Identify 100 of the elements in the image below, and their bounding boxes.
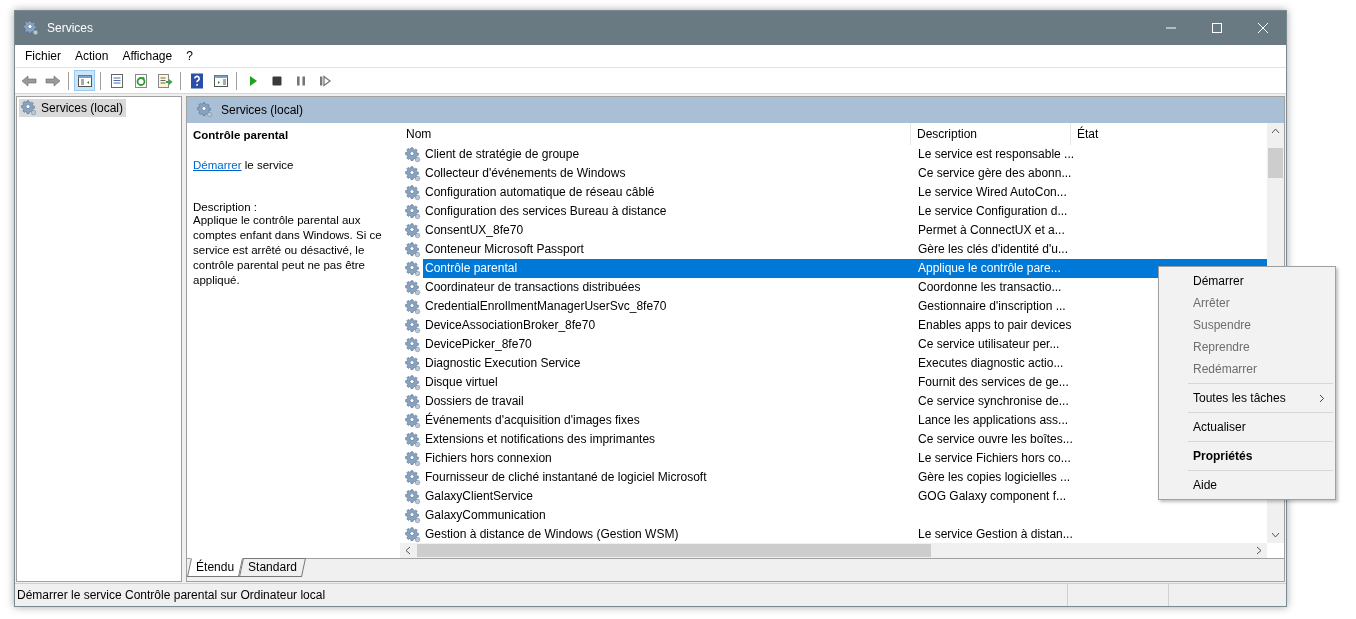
service-description: Gère les copies logicielles ... xyxy=(917,469,1070,486)
context-menu-item[interactable]: Aide xyxy=(1159,474,1335,496)
start-link[interactable]: Démarrer xyxy=(193,159,242,171)
window-title: Services xyxy=(47,21,94,35)
context-menu-item[interactable]: Toutes les tâches xyxy=(1159,387,1335,409)
view-tab[interactable]: Étendu xyxy=(187,558,244,577)
gear-icon xyxy=(197,102,213,118)
service-name[interactable]: Collecteur d'événements de Windows xyxy=(423,164,910,183)
export-list-icon xyxy=(156,72,173,89)
service-description: Le service Gestion à distan... xyxy=(917,526,1070,543)
pane-title: Services (local) xyxy=(221,103,304,117)
gear-icon xyxy=(405,279,421,296)
service-description: Permet à ConnectUX et a... xyxy=(917,222,1066,239)
service-description: Ce service synchronise de... xyxy=(917,393,1070,410)
view-tab[interactable]: Standard xyxy=(239,558,306,577)
gear-icon xyxy=(405,488,421,505)
service-name[interactable]: GalaxyClientService xyxy=(423,487,910,506)
service-description: Le service Wired AutoCon... xyxy=(917,184,1068,201)
gear-icon xyxy=(405,260,421,277)
horizontal-scrollbar[interactable] xyxy=(400,543,1267,558)
menu-item[interactable]: Affichage xyxy=(115,47,180,65)
gear-icon xyxy=(405,298,421,315)
scroll-thumb[interactable] xyxy=(417,544,931,557)
gear-icon xyxy=(21,100,37,116)
service-name[interactable]: Coordinateur de transactions distribuées xyxy=(423,278,910,297)
service-name[interactable]: Gestion à distance de Windows (Gestion WSM) xyxy=(423,525,910,544)
gear-icon xyxy=(405,146,421,163)
gear-icon xyxy=(405,222,421,239)
gear-icon xyxy=(405,507,421,524)
service-description: Lance les applications ass... xyxy=(917,412,1070,429)
service-name[interactable]: DeviceAssociationBroker_8fe70 xyxy=(423,316,910,335)
action-text: Démarrer le service xyxy=(193,159,295,171)
column-header[interactable]: Description xyxy=(910,123,1070,145)
description-text: Applique le contrôle parental aux comptes enfant dans Windows. Si ce service est arrêté ou désactivé, le contrôle parental peut ne pas être appliqué. xyxy=(193,213,383,288)
scroll-left-icon xyxy=(404,546,413,555)
service-name[interactable]: CredentialEnrollmentManagerUserSvc_8fe70 xyxy=(423,297,910,316)
service-description: Le service Configuration d... xyxy=(917,203,1069,220)
service-name[interactable]: Dossiers de travail xyxy=(423,392,910,411)
service-description: Gère les clés d'identité d'u... xyxy=(917,241,1069,258)
help-icon xyxy=(188,72,205,89)
console-tree-button[interactable] xyxy=(74,70,95,91)
gear-icon xyxy=(405,203,421,220)
close-icon xyxy=(1258,23,1268,33)
service-name[interactable]: Configuration des services Bureau à distance xyxy=(423,202,910,221)
service-name[interactable]: Configuration automatique de réseau câblé xyxy=(423,183,910,202)
service-name[interactable]: Fournisseur de cliché instantané de logiciel Microsoft xyxy=(423,468,910,487)
gear-icon xyxy=(405,165,421,182)
service-name[interactable]: DevicePicker_8fe70 xyxy=(423,335,910,354)
forward-arrow-icon xyxy=(44,72,61,89)
gear-icon xyxy=(405,412,421,429)
service-name[interactable]: Extensions et notifications des imprimantes xyxy=(423,430,910,449)
service-name[interactable]: Client de stratégie de groupe xyxy=(423,145,910,164)
service-name[interactable]: Diagnostic Execution Service xyxy=(423,354,910,373)
console-tree-icon xyxy=(76,72,93,89)
menu-item[interactable]: ? xyxy=(179,47,200,65)
service-title: Contrôle parental xyxy=(193,129,290,141)
service-description: Ce service gère des abonn... xyxy=(917,165,1070,182)
service-name[interactable]: Contrôle parental xyxy=(423,259,910,278)
service-description: Le service Fichiers hors co... xyxy=(917,450,1070,467)
gear-icon xyxy=(405,393,421,410)
scroll-right-icon xyxy=(1254,546,1263,555)
tree-item[interactable]: Services (local) xyxy=(19,99,127,117)
service-description: Applique le contrôle pare... xyxy=(910,259,1070,278)
scroll-thumb[interactable] xyxy=(1268,148,1283,178)
submenu-chevron-icon xyxy=(1319,393,1325,403)
gear-icon xyxy=(405,317,421,334)
properties-icon xyxy=(108,72,125,89)
menu-item[interactable]: Action xyxy=(68,47,116,65)
column-header[interactable]: Nom xyxy=(400,123,910,145)
service-description: Enables apps to pair devices xyxy=(917,317,1070,334)
service-description: Ce service utilisateur per... xyxy=(917,336,1061,353)
service-description: Executes diagnostic actio... xyxy=(917,355,1065,372)
gear-icon xyxy=(405,241,421,258)
service-name[interactable]: Disque virtuel xyxy=(423,373,910,392)
service-name[interactable]: Conteneur Microsoft Passport xyxy=(423,240,910,259)
action-pane-icon xyxy=(212,72,229,89)
context-menu-item[interactable]: Propriétés xyxy=(1159,445,1335,467)
service-description: GOG Galaxy component f... xyxy=(917,488,1068,505)
gear-icon xyxy=(405,469,421,486)
back-arrow-icon xyxy=(20,72,37,89)
gear-icon xyxy=(405,431,421,448)
context-menu-item[interactable]: Démarrer xyxy=(1159,270,1335,292)
services-gear-icon xyxy=(23,20,39,36)
context-menu-item[interactable]: Actualiser xyxy=(1159,416,1335,438)
scroll-up-icon xyxy=(1271,127,1280,136)
maximize-icon xyxy=(1212,23,1222,33)
service-description: Gestionnaire d'inscription ... xyxy=(917,298,1067,315)
service-name[interactable]: Événements d'acquisition d'images fixes xyxy=(423,411,910,430)
menu-item[interactable]: Fichier xyxy=(18,47,68,65)
gear-icon xyxy=(405,450,421,467)
service-name[interactable]: ConsentUX_8fe70 xyxy=(423,221,910,240)
service-name[interactable]: Fichiers hors connexion xyxy=(423,449,910,468)
gear-icon xyxy=(405,355,421,372)
service-description: Fournit des services de ge... xyxy=(917,374,1070,391)
service-description: Coordonne les transactio... xyxy=(917,279,1063,296)
status-text: Démarrer le service Contrôle parental sur Ordinateur local xyxy=(16,588,327,602)
service-name[interactable]: GalaxyCommunication xyxy=(423,506,910,525)
service-description: Ce service ouvre les boîtes... xyxy=(917,431,1070,448)
gear-icon xyxy=(405,336,421,353)
gear-icon xyxy=(405,184,421,201)
